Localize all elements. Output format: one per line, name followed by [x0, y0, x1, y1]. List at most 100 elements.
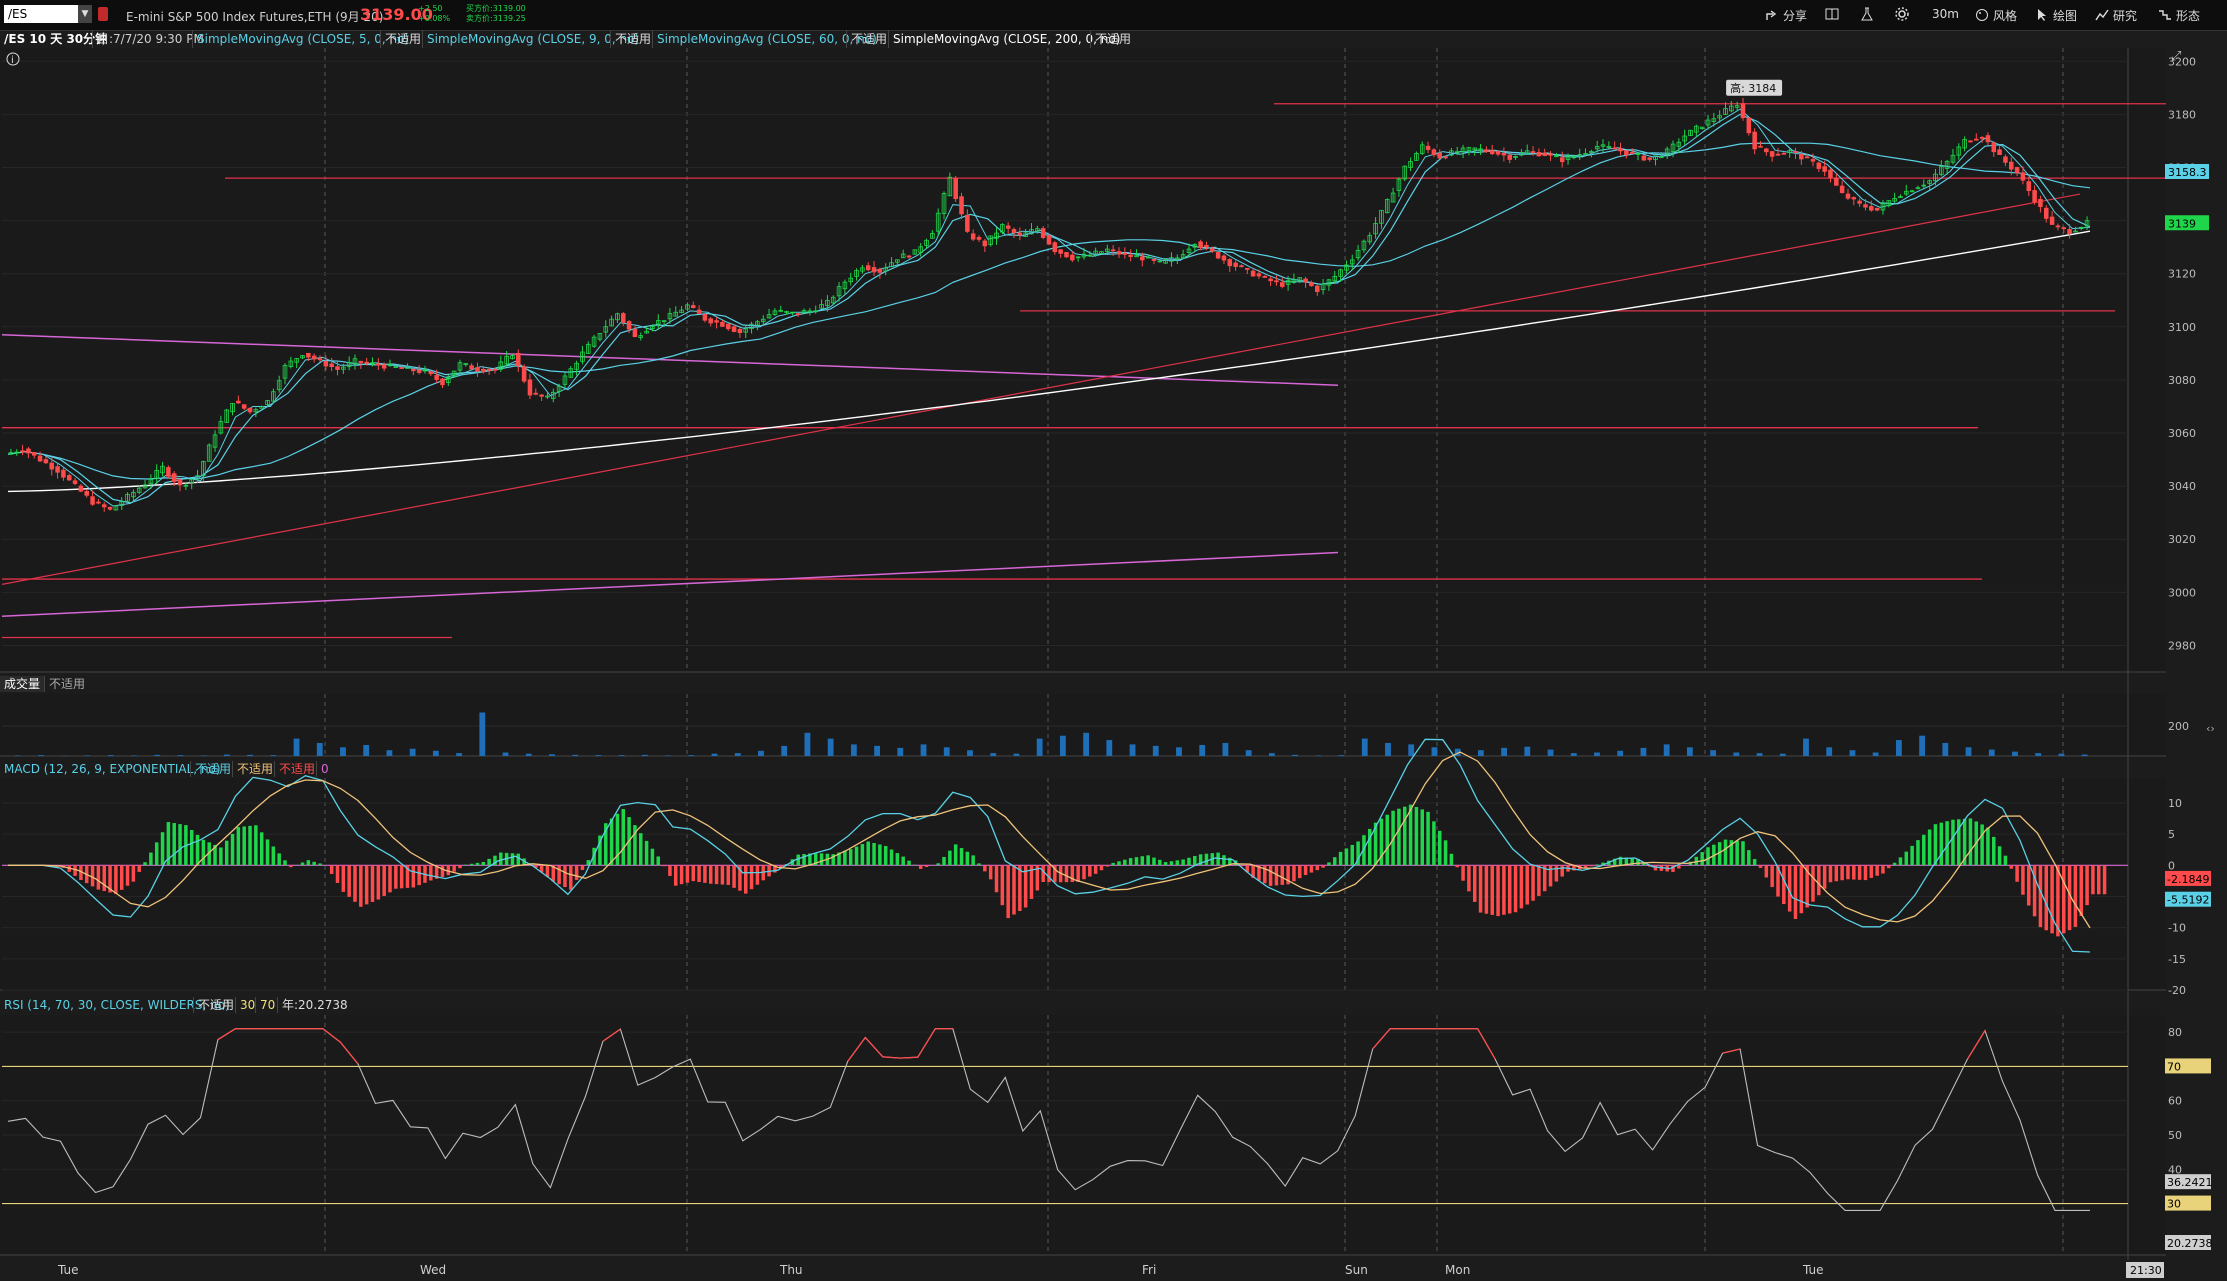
macd-tick-label: 0	[2168, 859, 2175, 872]
volume-bar	[131, 755, 137, 756]
candle-body	[364, 361, 369, 364]
candle-body	[376, 363, 381, 366]
candle-body	[469, 365, 474, 370]
candle-body	[2043, 207, 2049, 219]
volume-bar	[758, 750, 764, 756]
candle-body	[1618, 148, 1623, 152]
candle-body	[1501, 152, 1507, 156]
candle-body	[492, 368, 498, 371]
rsi-tick-label: 50	[2168, 1129, 2182, 1142]
high-callout: 高: 3184	[1730, 81, 1776, 95]
volume-bar	[1733, 752, 1740, 756]
volume-bar	[665, 755, 671, 756]
candle-body	[311, 355, 317, 360]
candle-body	[632, 329, 638, 337]
candle-body	[1839, 185, 1845, 193]
candle-body	[1781, 152, 1787, 155]
candle-body	[1268, 278, 1273, 282]
candle-body	[66, 475, 72, 481]
volume-bar	[293, 738, 300, 756]
volume-bar	[1477, 750, 1484, 756]
candle-body	[1816, 162, 1822, 169]
volume-bar	[2058, 753, 2065, 756]
volume-bar	[874, 745, 880, 756]
candle-body	[1058, 249, 1063, 254]
candle-body	[1624, 150, 1629, 156]
candle-body	[1215, 252, 1221, 259]
macd-tick-label: -15	[2168, 953, 2186, 966]
volume-bar	[1686, 747, 1693, 756]
candle-body	[516, 352, 521, 366]
volume-bar	[641, 754, 648, 756]
candle-body	[1822, 166, 1827, 172]
candle-body	[2067, 229, 2072, 235]
candle-body	[323, 360, 329, 367]
volume-bar	[1524, 746, 1531, 756]
volume-bar	[1849, 750, 1856, 756]
candle-body	[527, 379, 533, 396]
candle-body	[37, 455, 43, 462]
rsi-70-badge: 70	[2167, 1060, 2181, 1073]
volume-bar	[270, 755, 277, 756]
volume-bar	[1152, 745, 1159, 756]
candle-body	[1793, 151, 1798, 153]
candle-body	[970, 233, 976, 240]
macd-signal-badge: -5.5192	[2167, 894, 2209, 907]
candle-body	[1280, 282, 1285, 287]
candle-body	[486, 368, 492, 371]
candle-body	[1116, 251, 1122, 255]
volume-bar	[1826, 747, 1833, 756]
rsi-tick-label: 60	[2168, 1095, 2182, 1108]
candle-body	[731, 326, 737, 332]
sma-price-badge: 3158.3	[2168, 166, 2207, 179]
volume-bar	[1129, 744, 1136, 756]
candle-body	[725, 323, 731, 330]
candle-body	[90, 496, 95, 505]
volume-bar	[1222, 742, 1229, 756]
candle-body	[475, 367, 480, 372]
candle-body	[428, 371, 434, 375]
volume-bar	[340, 747, 346, 756]
volume-bar	[943, 747, 950, 756]
candle-body	[1274, 280, 1279, 283]
x-axis-label: Tue	[57, 1263, 79, 1277]
candle-body	[539, 394, 544, 397]
candle-body	[1040, 228, 1046, 238]
candle-body	[1612, 147, 1617, 150]
volume-bar	[363, 744, 370, 756]
volume-bar	[1431, 747, 1438, 756]
volume-bar	[990, 753, 997, 756]
volume-bar	[1408, 744, 1415, 756]
candle-body	[521, 366, 527, 382]
volume-bar	[781, 745, 788, 756]
candle-body	[720, 321, 725, 327]
candle-body	[1764, 148, 1769, 153]
volume-bar	[1361, 738, 1368, 756]
candle-body	[381, 364, 387, 369]
volume-bar	[1803, 738, 1809, 756]
candle-body	[317, 358, 323, 361]
candle-body	[696, 309, 702, 314]
x-axis-label: Tue	[1802, 1263, 1824, 1277]
candle-body	[78, 485, 84, 492]
candle-body	[1005, 225, 1011, 229]
volume-bar	[1036, 738, 1043, 756]
candle-body	[2038, 198, 2043, 208]
candle-body	[26, 448, 31, 454]
candle-body	[399, 367, 404, 369]
candle-body	[358, 360, 364, 363]
candle-body	[976, 237, 982, 240]
volume-bar	[1013, 753, 1020, 756]
volume-bar	[1594, 752, 1600, 756]
candle-body	[533, 392, 539, 395]
macd-tick-label: 5	[2168, 828, 2175, 841]
candle-body	[714, 320, 719, 323]
volume-bar	[1872, 752, 1879, 756]
candle-body	[1425, 145, 1431, 150]
candle-body	[166, 467, 171, 477]
chart-canvas[interactable]: 高: 3184i 3200318031603140312031003080306…	[0, 0, 2227, 1281]
candle-body	[1752, 131, 1757, 150]
candle-body	[31, 452, 37, 456]
candle-body	[1985, 135, 1991, 143]
volume-bar	[850, 744, 857, 756]
